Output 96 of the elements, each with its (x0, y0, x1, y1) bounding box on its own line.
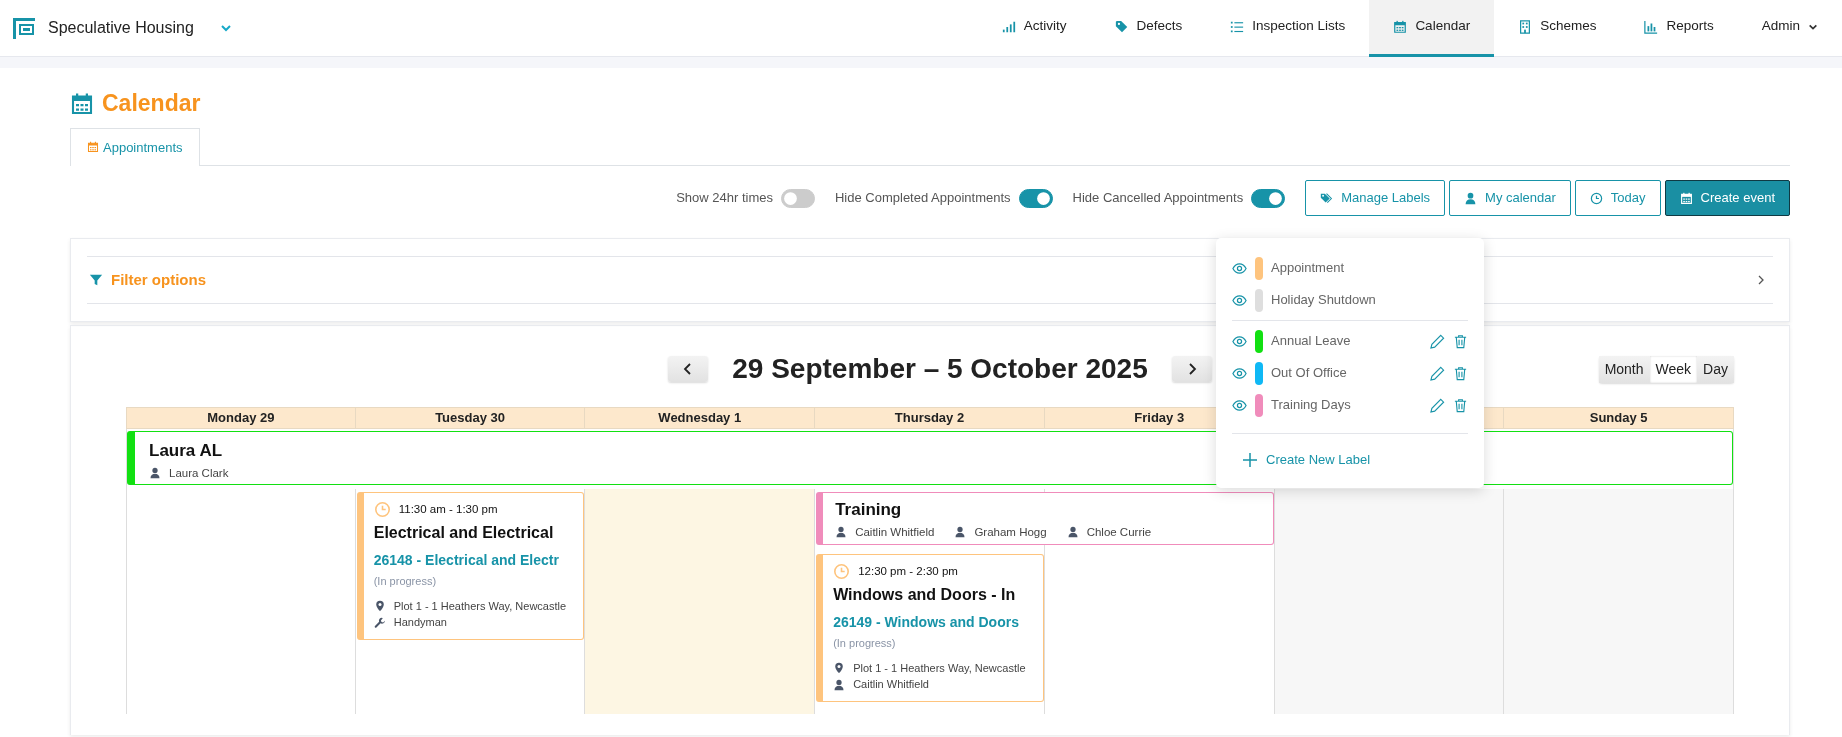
job-link[interactable]: 26148 - Electrical and Electr (373, 550, 578, 572)
toggle-label: Show 24hr times (676, 189, 773, 208)
create-label-button[interactable]: Create New Label (1232, 450, 1371, 470)
trash-icon[interactable] (1453, 365, 1468, 381)
eye-icon[interactable] (1232, 292, 1247, 308)
day-header: Tuesday 30 (355, 407, 586, 430)
user-icon (1066, 526, 1079, 539)
location-pin-icon (833, 662, 846, 675)
view-button[interactable]: Month (1598, 355, 1650, 383)
person-name: Laura Clark (169, 465, 229, 481)
toggle-switch[interactable] (1251, 188, 1286, 208)
next-week-button[interactable] (1171, 356, 1212, 383)
clock-icon (1589, 191, 1603, 205)
calendar-icon (1393, 19, 1408, 34)
toolbar-button[interactable]: Manage Labels (1305, 180, 1446, 217)
person-name: Graham Hogg (974, 524, 1047, 540)
appointment-status: (In progress) (833, 636, 897, 652)
person-name: Chloe Currie (1086, 524, 1152, 540)
day-header: Thursday 2 (815, 407, 1045, 430)
nav-link[interactable]: Defects (1090, 0, 1207, 57)
toggle-label: Hide Completed Appointments (834, 189, 1011, 208)
signboard-icon (12, 16, 36, 40)
pencil-icon[interactable] (1430, 365, 1445, 381)
toggle-switch[interactable] (780, 188, 815, 208)
day-header: Sunday 5 (1504, 407, 1734, 430)
chevron-down-icon[interactable] (219, 22, 232, 34)
bar-chart-icon (1644, 19, 1659, 34)
event-title: Training (835, 501, 902, 520)
view-button[interactable]: Week (1649, 355, 1698, 383)
toolbar-button[interactable]: My calendar (1449, 180, 1571, 217)
tags-icon (1320, 191, 1334, 205)
tab[interactable]: Appointments (70, 127, 200, 167)
pencil-icon[interactable] (1430, 397, 1445, 413)
week-title: 29 September – 5 October 2025 (732, 352, 1148, 386)
pencil-icon[interactable] (1430, 333, 1445, 349)
job-link[interactable]: 26149 - Windows and Doors (833, 612, 1037, 634)
appointment-detail: Caitlin Whitfield (853, 677, 929, 693)
clock-icon (833, 563, 851, 581)
user-icon (954, 526, 967, 539)
signal-bars-icon (1001, 19, 1016, 34)
filter-icon (89, 273, 103, 288)
eye-icon[interactable] (1232, 397, 1247, 413)
appointment-title: Windows and Doors - In (833, 585, 1017, 606)
list-icon (1230, 19, 1245, 34)
plus-icon (1242, 451, 1258, 468)
label-name: Annual Leave (1271, 332, 1351, 351)
location-pin-icon (373, 600, 386, 613)
calendar-icon (1679, 191, 1693, 205)
clock-icon (373, 501, 391, 519)
user-icon (835, 526, 848, 539)
wrench-icon (373, 616, 386, 629)
trash-icon[interactable] (1453, 333, 1468, 349)
nav-link[interactable]: Activity (977, 0, 1091, 57)
day-header: Monday 29 (126, 407, 356, 430)
day-header: Wednesday 1 (585, 407, 816, 430)
toggle-switch[interactable] (1018, 188, 1053, 208)
user-icon (1464, 191, 1478, 205)
view-button[interactable]: Day (1697, 355, 1734, 383)
appointment-status: (In progress) (373, 574, 438, 590)
label-event[interactable]: Training Caitlin Whitfield Graham Hogg Chloe Currie (816, 492, 1274, 546)
eye-icon[interactable] (1232, 333, 1247, 349)
chevron-left-icon (683, 363, 694, 376)
nav-link[interactable]: Calendar (1369, 0, 1495, 57)
toolbar-button[interactable]: Create event (1664, 180, 1790, 217)
appointment-detail: Plot 1 - 1 Heathers Way, Newcastle (393, 598, 567, 614)
user-icon (149, 467, 161, 480)
calendar-icon (70, 91, 94, 116)
app-title: Speculative Housing (48, 18, 194, 38)
person-name: Caitlin Whitfield (855, 524, 935, 540)
page-title: Calendar (102, 90, 201, 118)
nav-link[interactable]: Reports (1620, 0, 1738, 57)
toggle-label: Hide Cancelled Appointments (1072, 189, 1244, 208)
nav-link[interactable]: Inspection Lists (1206, 0, 1370, 57)
appointment-detail: Handyman (393, 615, 447, 631)
eye-icon[interactable] (1232, 260, 1247, 276)
toolbar-button[interactable]: Today (1574, 180, 1661, 217)
appointment-time: 11:30 am - 1:30 pm (398, 502, 498, 518)
appointment-title: Electrical and Electrical (373, 523, 555, 544)
appointment-detail: Plot 1 - 1 Heathers Way, Newcastle (853, 660, 1026, 676)
user-icon (833, 678, 846, 691)
calendar-icon (87, 141, 99, 154)
nav-link[interactable]: Schemes (1494, 0, 1621, 57)
label-name: Out Of Office (1271, 364, 1347, 383)
tag-icon (1114, 19, 1129, 34)
label-name: Appointment (1271, 259, 1344, 278)
building-icon (1518, 19, 1533, 34)
user-menu[interactable]: Admin (1737, 0, 1842, 57)
label-name: Holiday Shutdown (1271, 291, 1376, 310)
chevron-right-icon (1186, 363, 1197, 376)
appointment-time: 12:30 pm - 2:30 pm (858, 564, 958, 580)
trash-icon[interactable] (1453, 397, 1468, 413)
appointment-card[interactable]: 11:30 am - 1:30 pm Electrical and Electrical 26148 - Electrical and Electr (In progress) Plot 1 - 1 Heathers Way, Newcastle Handyman (356, 492, 585, 640)
appointment-card[interactable]: 12:30 pm - 2:30 pm Windows and Doors - In 26149 - Windows and Doors (In progress) Plot 1 - 1 Heathers Way, Newcastle Caitlin Whitfield (816, 554, 1044, 702)
eye-icon[interactable] (1232, 365, 1247, 381)
event-title: Laura AL (149, 442, 223, 461)
previous-week-button[interactable] (668, 356, 709, 383)
